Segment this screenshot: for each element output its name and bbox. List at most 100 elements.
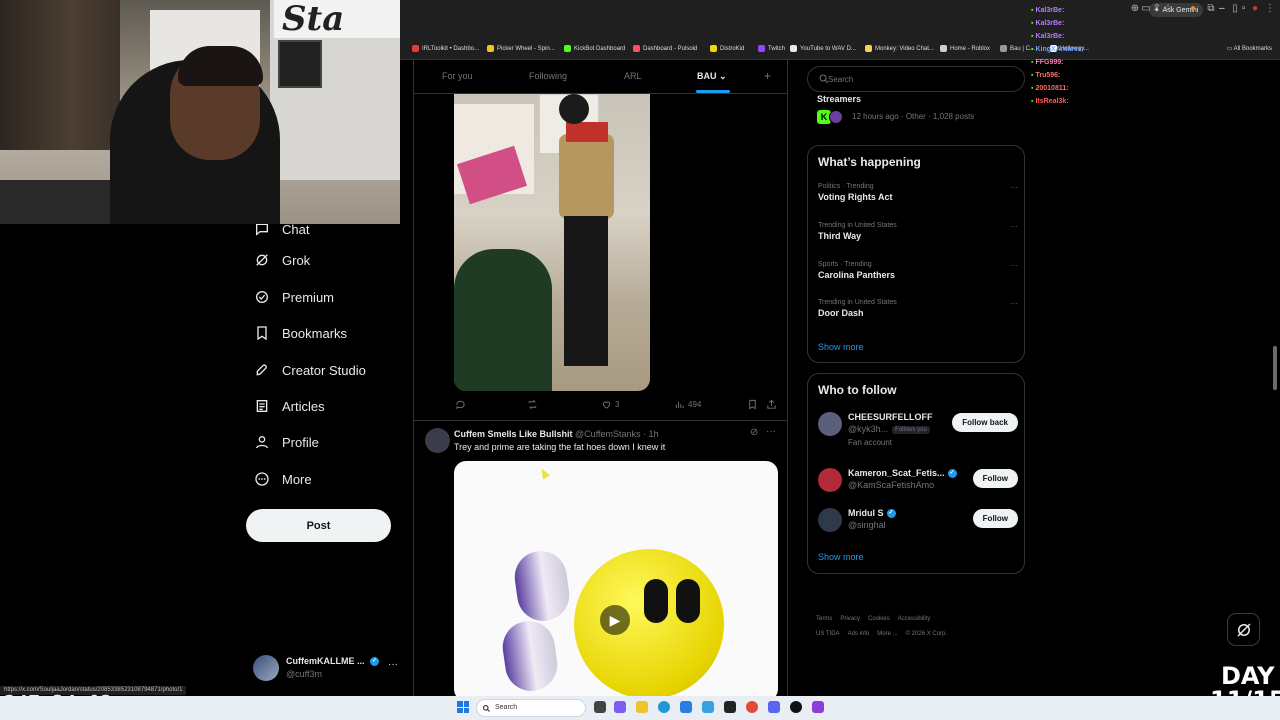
minimize-icon[interactable]: – xyxy=(1219,3,1225,14)
tweet-time[interactable]: · 1h xyxy=(643,429,659,439)
nav-item-more[interactable]: More xyxy=(254,468,312,490)
user-avatar[interactable] xyxy=(818,508,842,532)
trend-item[interactable]: Sports · Trending Carolina Panthers ··· xyxy=(818,261,1018,280)
all-bookmarks[interactable]: ▭ All Bookmarks xyxy=(1227,45,1272,52)
follow-button[interactable]: Follow xyxy=(972,469,1018,488)
media-bell xyxy=(511,547,573,625)
add-tab-icon[interactable]: + xyxy=(764,69,771,83)
edge-icon[interactable] xyxy=(658,701,670,713)
tweet-author-name[interactable]: Cuffem Smells Like Bullshit xyxy=(454,429,573,439)
footer-link[interactable]: More ... xyxy=(877,631,897,637)
trend-item[interactable]: Politics · Trending Voting Rights Act ··· xyxy=(818,183,1018,202)
tweet-author-avatar[interactable] xyxy=(425,428,450,453)
footer-link[interactable]: Privacy xyxy=(840,616,860,622)
nav-item-bookmarks[interactable]: Bookmarks xyxy=(254,322,347,344)
bookmark-item[interactable]: Twitch xyxy=(758,45,785,52)
bookmark-item[interactable]: Monkey: Video Chat... xyxy=(865,45,934,52)
tweet-media-video[interactable]: ▶ xyxy=(454,461,778,696)
footer-link[interactable]: Accessibility xyxy=(898,616,931,622)
profile-icon xyxy=(256,436,268,449)
views-button[interactable]: 494 xyxy=(674,399,701,410)
chrome-icon[interactable] xyxy=(746,701,758,713)
streamers-title[interactable]: Streamers xyxy=(817,94,861,104)
extensions-puzzle-icon[interactable]: ⧉ xyxy=(1205,3,1217,15)
reply-button[interactable] xyxy=(455,399,466,410)
like-button[interactable]: 3 xyxy=(601,399,619,410)
nav-item-premium[interactable]: Premium xyxy=(254,286,334,308)
sidebar-icon[interactable]: ▯ xyxy=(1229,3,1241,15)
page-scrollbar[interactable] xyxy=(1273,346,1277,390)
repost-button[interactable] xyxy=(527,399,538,410)
grok-floating-button[interactable] xyxy=(1227,613,1260,646)
bookmark-item[interactable]: YouTube to WAV D... xyxy=(790,45,856,52)
search-input[interactable]: Search xyxy=(807,66,1025,92)
user-avatar[interactable] xyxy=(818,412,842,436)
restore-icon[interactable]: ▫ xyxy=(1242,3,1246,14)
task-view-icon[interactable] xyxy=(594,701,606,713)
footer-link[interactable]: Cookies xyxy=(868,616,890,622)
menu-dots-icon[interactable]: ⋮ xyxy=(1264,3,1276,15)
tweet-author-handle[interactable]: @CuffemStanks xyxy=(575,429,641,439)
trend-more-icon[interactable]: ··· xyxy=(1010,183,1018,192)
extension-icon[interactable]: ● xyxy=(1187,3,1199,15)
trend-more-icon[interactable]: ··· xyxy=(1010,299,1018,308)
bookmark-button[interactable] xyxy=(747,399,758,410)
share-button[interactable] xyxy=(766,399,777,410)
taskbar-search[interactable]: Search xyxy=(476,699,586,717)
footer-link[interactable]: Ads info xyxy=(848,631,870,637)
media-player-icon[interactable] xyxy=(790,701,802,713)
tab-arl[interactable]: ARL xyxy=(624,71,642,81)
tab-for-you[interactable]: For you xyxy=(442,71,473,81)
tab-following[interactable]: Following xyxy=(529,71,567,81)
play-icon[interactable]: ▶ xyxy=(600,605,630,635)
account-switcher[interactable]: CuffemKALLME ... ✓ @cuff3m ··· xyxy=(253,654,403,686)
who-to-follow-user[interactable]: CHEESURFELLOFF @kyk3h... Follows you Fan ac… xyxy=(818,412,1018,452)
bookmark-item[interactable]: KickBot Dashboard xyxy=(564,45,625,52)
trends-show-more[interactable]: Show more xyxy=(818,342,864,352)
user-avatar[interactable] xyxy=(818,468,842,492)
footer-link[interactable]: Terms xyxy=(816,616,832,622)
trend-item[interactable]: Trending in United States Door Dash ··· xyxy=(818,299,1018,318)
chat-username: Kal3rBe: xyxy=(1035,20,1065,27)
who-to-follow-user[interactable]: Mridul S ✓ @singhal Follow xyxy=(818,508,1018,548)
bookmark-item[interactable]: Dashboard - Pulsoid xyxy=(633,45,697,52)
bookmark-item[interactable]: Bau | C... xyxy=(1000,45,1035,52)
nav-item-grok[interactable]: Grok xyxy=(254,249,310,271)
windows-start-icon[interactable] xyxy=(457,701,469,713)
file-explorer-icon[interactable] xyxy=(636,701,648,713)
obs-icon[interactable] xyxy=(724,701,736,713)
bookmark-item[interactable]: Picker Wheel - Spin... xyxy=(487,45,555,52)
profile-avatar-icon[interactable]: ● xyxy=(1249,3,1261,15)
star-icon[interactable]: ☆ xyxy=(1162,3,1174,15)
tab-bau[interactable]: BAU ⌄ xyxy=(697,71,727,82)
trend-more-icon[interactable]: ··· xyxy=(1010,261,1018,270)
timeline-tabs: For you Following ARL BAU ⌄ + xyxy=(414,60,787,94)
bookmark-favicon-icon xyxy=(790,45,797,52)
follow-button[interactable]: Follow xyxy=(972,509,1018,528)
nav-item-profile[interactable]: Profile xyxy=(254,431,319,453)
mail-icon[interactable] xyxy=(702,701,714,713)
nav-item-creator-studio[interactable]: Creator Studio xyxy=(254,359,366,381)
chevron-down-icon: ⌄ xyxy=(719,71,727,81)
chat-username: ItsReal3k: xyxy=(1035,98,1069,105)
bookmark-item[interactable]: Home - Roblox xyxy=(940,45,990,52)
post-button[interactable]: Post xyxy=(246,509,391,542)
trend-more-icon[interactable]: ··· xyxy=(1010,222,1018,231)
who-to-follow-user[interactable]: Kameron_Scat_Fetis... ✓ @KamScaFetishAmo Fo… xyxy=(818,468,1018,508)
grok-explain-icon[interactable]: ⊘ xyxy=(750,427,758,438)
bookmark-item[interactable]: DistroKid xyxy=(710,45,744,52)
copilot-icon[interactable] xyxy=(614,701,626,713)
follow-button[interactable]: Follow back xyxy=(952,413,1018,432)
store-icon[interactable] xyxy=(680,701,692,713)
footer-link[interactable]: US TIDA xyxy=(816,631,840,637)
app-icon[interactable] xyxy=(812,701,824,713)
more-dots-icon[interactable]: ··· xyxy=(388,659,398,670)
nav-item-articles[interactable]: Articles xyxy=(254,395,325,417)
trend-item[interactable]: Trending in United States Third Way ··· xyxy=(818,222,1018,241)
bookmark-item[interactable]: IRLToolkit • Dashbo... xyxy=(412,45,479,52)
tweet-more-icon[interactable]: ··· xyxy=(766,426,776,437)
who-to-follow-show-more[interactable]: Show more xyxy=(818,552,864,562)
discord-icon[interactable] xyxy=(768,701,780,713)
tweet-media-video-still[interactable] xyxy=(454,94,650,391)
footer-link[interactable]: © 2026 X Corp. xyxy=(906,631,947,637)
